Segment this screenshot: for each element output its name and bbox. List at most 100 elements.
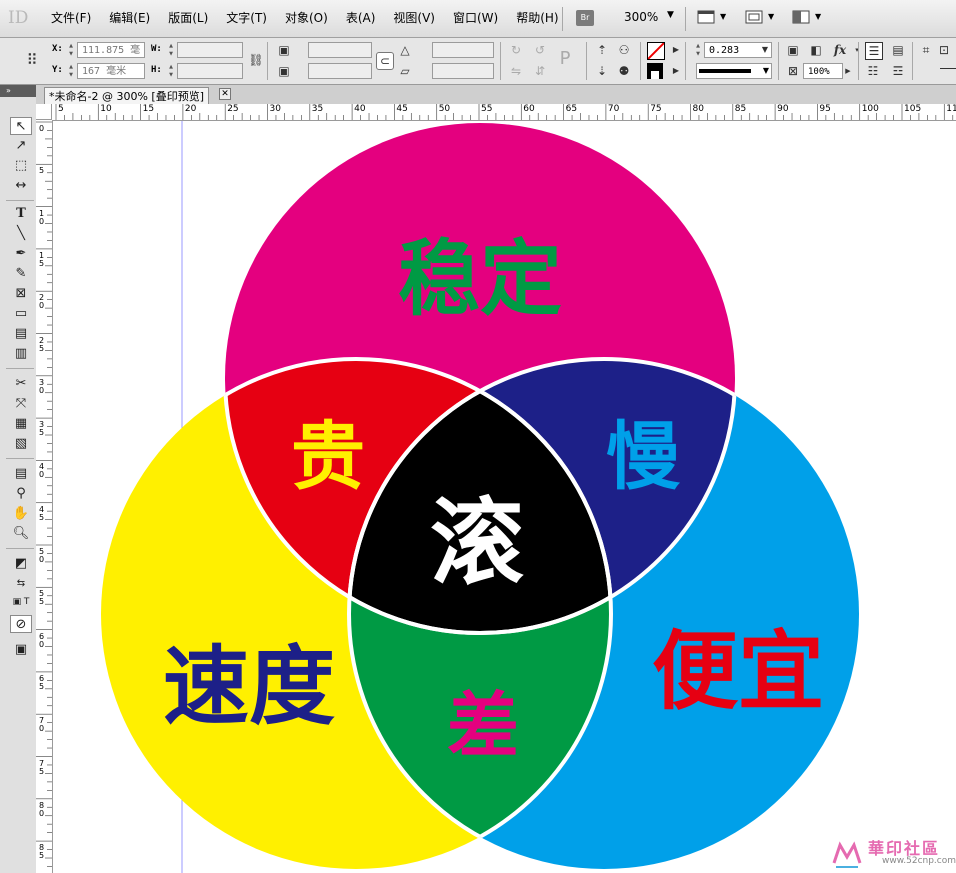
flip-vertical-icon[interactable]: ⇵ <box>532 63 548 79</box>
menu-view[interactable]: 视图(V) <box>384 0 444 37</box>
page-tool-icon[interactable]: ⬚ <box>10 157 32 175</box>
text-wrap-jump-icon[interactable]: ☲ <box>890 63 906 79</box>
ruler-label: 65 <box>565 104 578 114</box>
formatting-affects-icon[interactable]: ▣ T <box>10 593 32 611</box>
rotate-cw-icon[interactable]: ↻ <box>508 42 524 58</box>
menu-layout[interactable]: 版面(L) <box>159 0 217 37</box>
pencil-tool-icon[interactable]: ✎ <box>10 265 32 283</box>
stroke-menu-icon[interactable]: ▶ <box>668 63 684 79</box>
select-next-icon[interactable]: ⚉ <box>616 63 632 79</box>
menu-file[interactable]: 文件(F) <box>42 0 100 37</box>
menu-type[interactable]: 文字(T) <box>217 0 276 37</box>
menu-window[interactable]: 窗口(W) <box>444 0 507 37</box>
text-wrap-none-icon[interactable]: ☰ <box>865 42 883 60</box>
zoom-tool-icon[interactable]: 🔍︎ <box>10 525 32 543</box>
chain-link-icon[interactable]: ⊂ <box>376 52 394 70</box>
stroke-type-select[interactable]: ▼ <box>696 63 772 79</box>
horizontal-grid-tool-icon[interactable]: ▤ <box>10 325 32 343</box>
scale-y-field[interactable] <box>308 63 372 79</box>
gradient-feather-tool-icon[interactable]: ▧ <box>10 435 32 453</box>
stroke-weight-dropdown-icon[interactable]: ▼ <box>757 42 773 58</box>
w-spinner[interactable]: ▲ ▼ <box>167 42 175 58</box>
stroke-type-dropdown-icon[interactable]: ▼ <box>763 64 769 78</box>
screen-mode-button[interactable] <box>745 9 765 27</box>
line-tool-icon[interactable]: ╲ <box>10 225 32 243</box>
select-previous-icon[interactable]: ⇣ <box>594 63 610 79</box>
x-field[interactable]: 111.875 毫 <box>77 42 145 58</box>
zoom-level[interactable]: 300% <box>624 10 658 24</box>
y-field[interactable]: 167 毫米 <box>77 63 145 79</box>
ruler-label: 55 <box>38 589 45 607</box>
fx-icon[interactable]: fx <box>832 42 848 58</box>
rectangle-frame-tool-icon[interactable]: ⊠ <box>10 285 32 303</box>
tools-panel-header[interactable]: » <box>0 85 36 97</box>
note-tool-icon[interactable]: ▤ <box>10 465 32 483</box>
horizontal-ruler[interactable]: 5 10 15 20 25 30 35 40 45 50 55 60 65 70 75 80 85 90 95 100… <box>52 104 956 121</box>
ruler-label: 70 <box>38 716 45 734</box>
y-spinner[interactable]: ▲ ▼ <box>67 63 75 79</box>
scale-x-field[interactable] <box>308 42 372 58</box>
constrain-proportions-icon[interactable]: ⛓ <box>248 52 264 68</box>
pen-tool-icon[interactable]: ✒ <box>10 245 32 263</box>
x-spinner[interactable]: ▲ ▼ <box>67 42 75 58</box>
document-tab[interactable]: *未命名-2 @ 300% [叠印预览] <box>44 87 209 105</box>
opacity-menu-icon[interactable]: ▶ <box>840 63 856 79</box>
apply-none-icon[interactable]: ⊘ <box>10 615 32 633</box>
fill-none-swatch-icon[interactable] <box>647 42 665 60</box>
object-shadow-icon[interactable]: ◧ <box>808 42 824 58</box>
text-wrap-shape-icon[interactable]: ☷ <box>865 63 881 79</box>
shear-field[interactable] <box>432 63 494 79</box>
zoom-dropdown-icon[interactable]: ▼ <box>667 10 674 20</box>
reference-point-icon[interactable]: ⠿ <box>24 52 40 68</box>
fx-dropdown-icon[interactable]: ▾ <box>849 42 865 58</box>
menu-table[interactable]: 表(A) <box>337 0 385 37</box>
eyedropper-tool-icon[interactable]: ⚲ <box>10 485 32 503</box>
swap-default-colors-icon[interactable]: ⇆ <box>10 575 32 593</box>
rotate-field[interactable] <box>432 42 494 58</box>
vertical-grid-tool-icon[interactable]: ▥ <box>10 345 32 363</box>
fill-stroke-icon[interactable]: ◩ <box>10 555 32 573</box>
select-content-icon[interactable]: ⚇ <box>616 42 632 58</box>
gap-tool-icon[interactable]: ↔ <box>10 177 32 195</box>
opacity-field[interactable]: 100% <box>803 63 843 79</box>
w-field[interactable] <box>177 42 243 58</box>
view-options-button[interactable] <box>697 9 717 27</box>
ruler-label: 50 <box>38 547 45 564</box>
type-tool-icon[interactable]: T <box>10 205 32 223</box>
h-spinner[interactable]: ▲ ▼ <box>167 63 175 79</box>
selection-tool-icon[interactable]: ↖ <box>10 117 32 135</box>
vertical-ruler[interactable]: 0 5 10 15 20 25 30 35 40 45 50 55 60 65 70 75 80 85 <box>36 120 53 873</box>
fit-frame-icon[interactable]: ⌗ <box>918 42 934 58</box>
h-field[interactable] <box>177 63 243 79</box>
screen-mode-normal-icon[interactable]: ▣ <box>10 641 32 659</box>
collapse-panel-icon[interactable]: » <box>6 85 11 97</box>
view-options-caret[interactable]: ▼ <box>720 12 726 21</box>
gradient-swatch-tool-icon[interactable]: ▦ <box>10 415 32 433</box>
select-container-icon[interactable]: ⇡ <box>594 42 610 58</box>
fill-menu-icon[interactable]: ▶ <box>668 42 684 58</box>
stroke-weight-spinner[interactable]: ▲ ▼ <box>694 42 702 58</box>
fit-content-icon[interactable]: ⊡ <box>936 42 952 58</box>
scissors-tool-icon[interactable]: ✂ <box>10 375 32 393</box>
stroke-swatch-icon[interactable] <box>647 63 663 79</box>
menu-object[interactable]: 对象(O) <box>276 0 337 37</box>
document-canvas[interactable]: 稳定 贵 慢 滚 速度 便宜 差 <box>53 121 956 873</box>
text-wrap-bbox-icon[interactable]: ▤ <box>890 42 906 58</box>
free-transform-tool-icon[interactable]: ⤧ <box>10 395 32 413</box>
flip-horizontal-icon[interactable]: ⇋ <box>508 63 524 79</box>
rectangle-tool-icon[interactable]: ▭ <box>10 305 32 323</box>
rotate-ccw-icon[interactable]: ↺ <box>532 42 548 58</box>
ruler-origin[interactable] <box>36 104 52 120</box>
arrange-documents-button[interactable] <box>792 9 812 27</box>
menu-help[interactable]: 帮助(H) <box>507 0 567 37</box>
screen-mode-caret[interactable]: ▼ <box>768 12 774 21</box>
hand-tool-icon[interactable]: ✋ <box>10 505 32 523</box>
arrange-documents-caret[interactable]: ▼ <box>815 12 821 21</box>
bridge-button[interactable]: Br <box>576 10 594 26</box>
ruler-label: 95 <box>819 104 831 114</box>
menu-edit[interactable]: 编辑(E) <box>100 0 159 37</box>
tab-close-icon[interactable]: ✕ <box>219 88 231 100</box>
drop-shadow-icon[interactable]: ▣ <box>785 42 801 58</box>
stroke-type-preview <box>699 69 751 73</box>
direct-selection-tool-icon[interactable]: ↗ <box>10 137 32 155</box>
